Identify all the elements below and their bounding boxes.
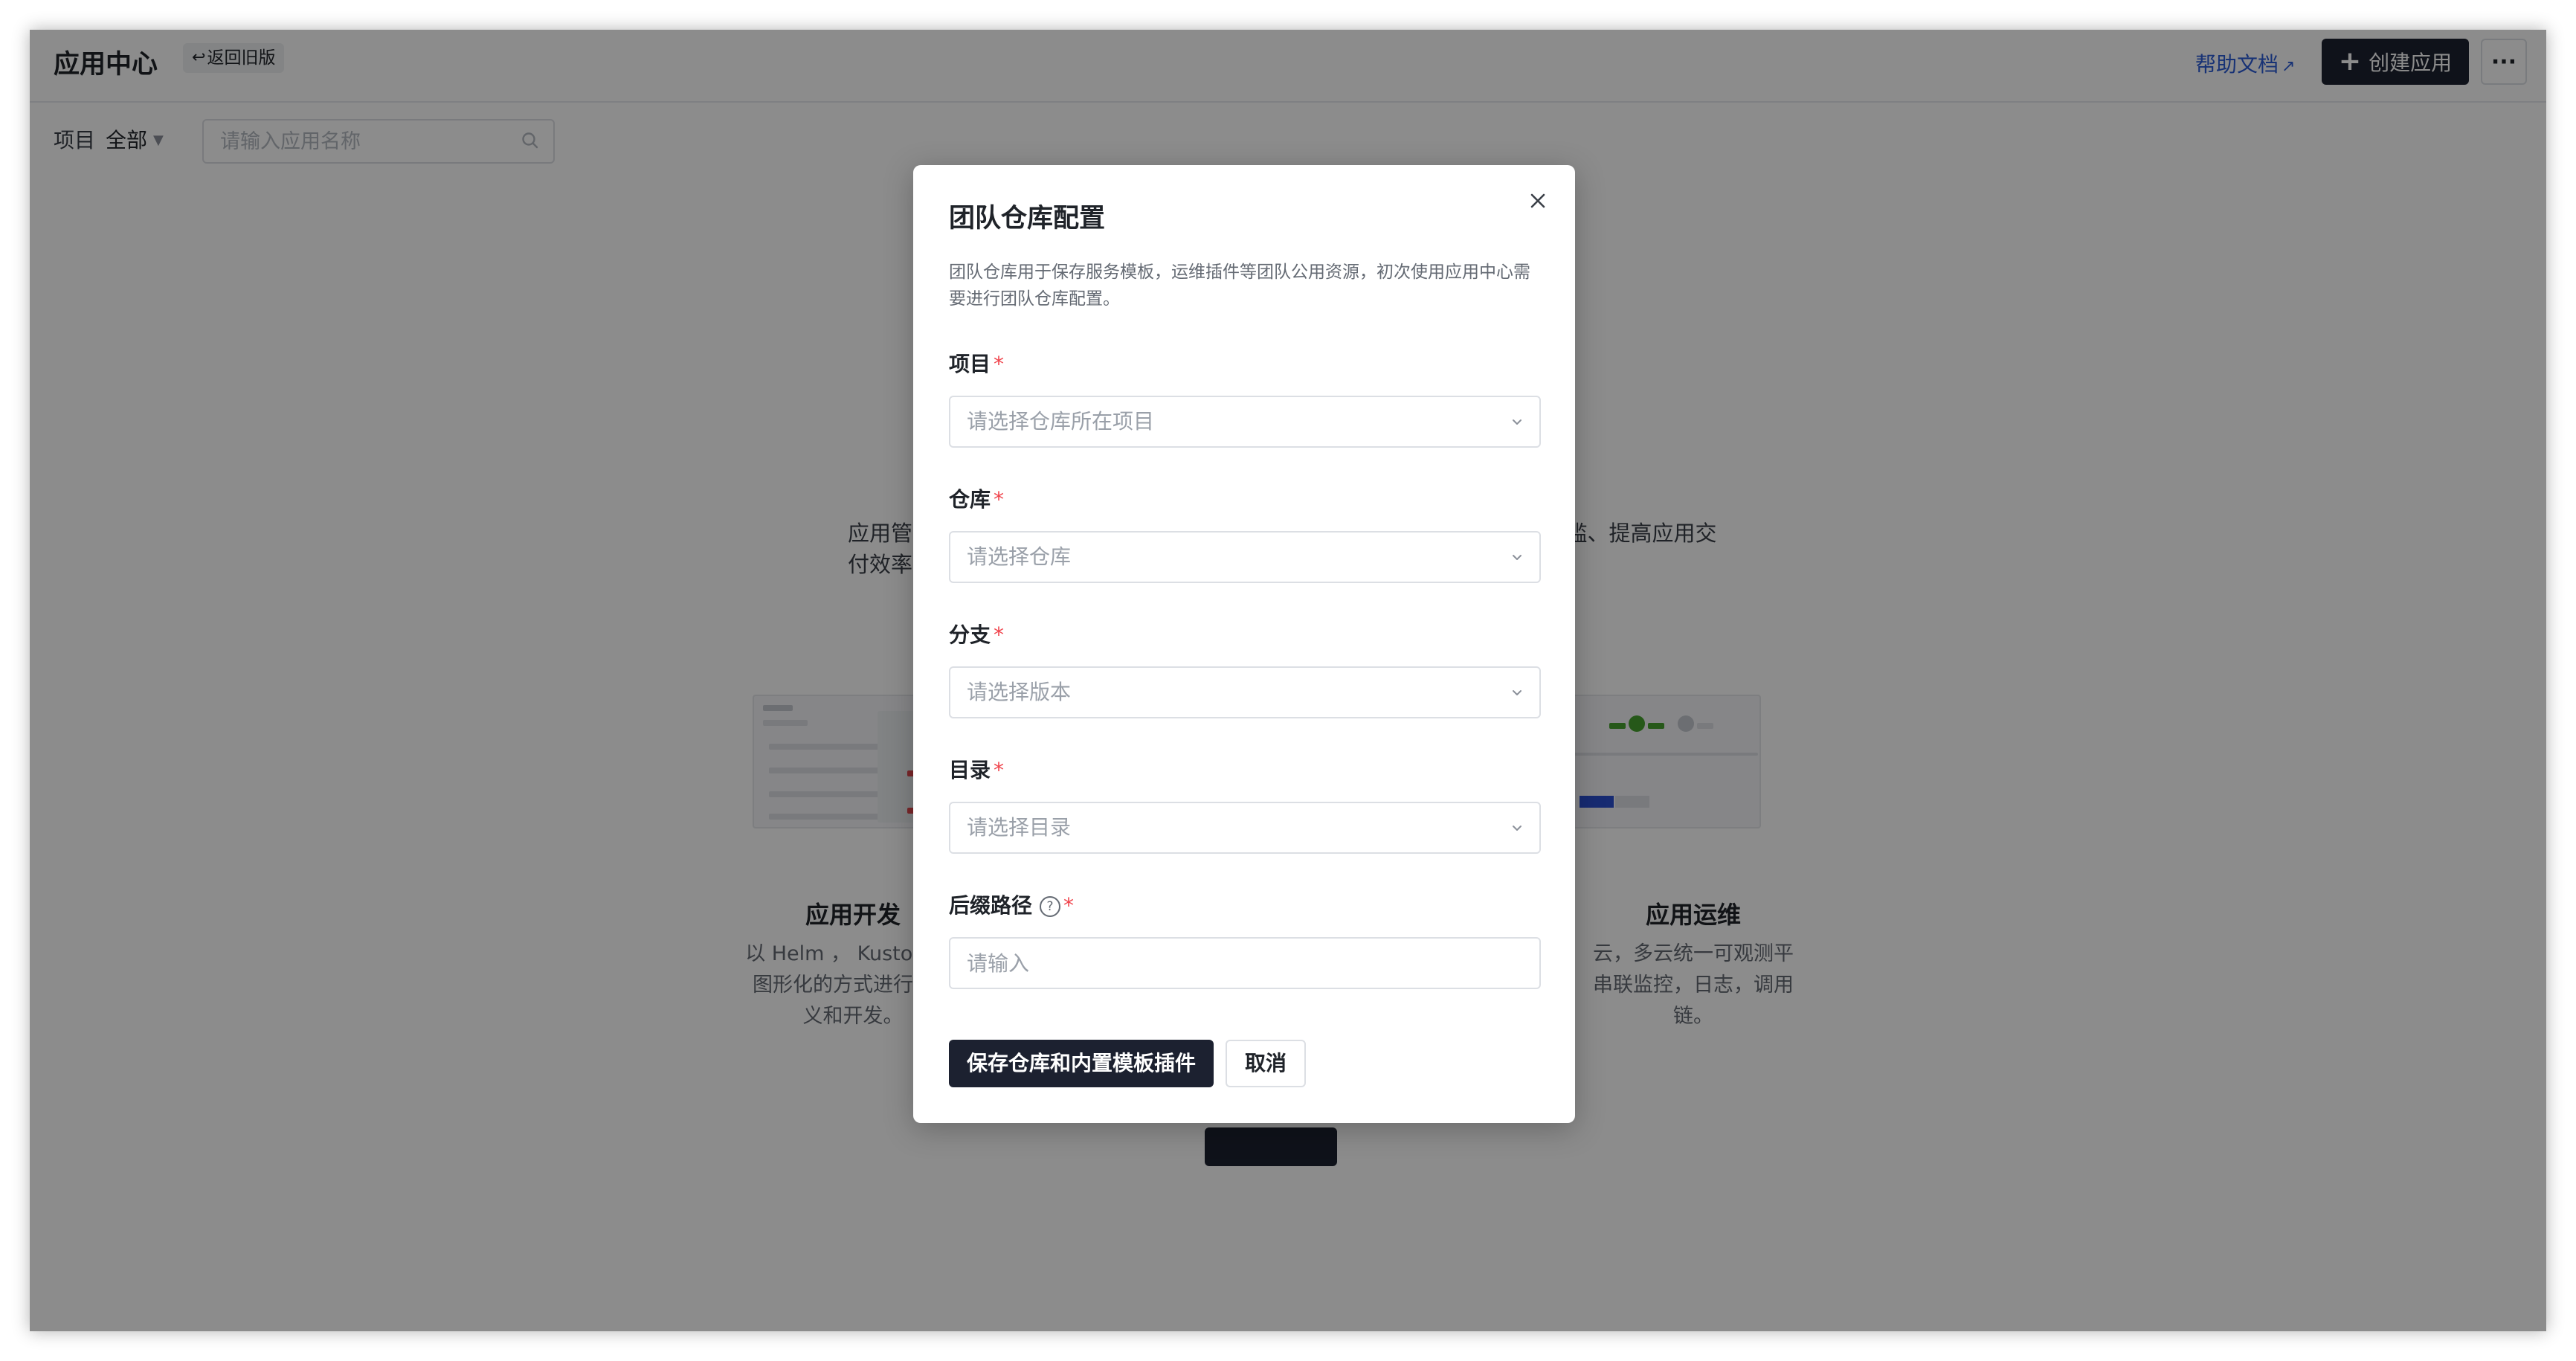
select-placeholder: 请选择仓库所在项目 [967,409,1155,434]
directory-select[interactable]: 请选择目录 [949,802,1541,854]
branch-select[interactable]: 请选择版本 [949,666,1541,718]
chevron-down-icon [1513,419,1522,425]
chevron-down-icon [1513,690,1522,695]
select-placeholder: 请选择目录 [967,815,1072,840]
suffix-path-input[interactable] [949,937,1541,989]
field-label-text: 后缀路径 [949,893,1033,918]
team-repo-config-modal: 团队仓库配置 团队仓库用于保存服务模板，运维插件等团队公用资源，初次使用应用中心… [913,165,1575,1123]
app-window: 应用中心 ↩ 返回旧版 帮助文档↗ + 创建应用 ··· 项目 全部 ▼ 应用管… [30,30,2546,1331]
field-label-text: 分支 [949,622,991,647]
save-repo-and-templates-button[interactable]: 保存仓库和内置模板插件 [949,1040,1214,1087]
field-label-text: 目录 [949,758,991,782]
cancel-button[interactable]: 取消 [1226,1040,1306,1087]
repo-field-label: 仓库 * [949,483,1004,516]
chevron-down-icon [1513,826,1522,831]
required-mark: * [994,352,1005,376]
required-mark: * [1063,893,1075,918]
required-mark: * [994,487,1005,512]
project-field-label: 项目 * [949,348,1004,381]
question-circle-icon[interactable]: ? [1040,896,1061,917]
suffix-path-field-label: 后缀路径? * [949,889,1074,922]
branch-field-label: 分支 * [949,619,1004,651]
required-mark: * [994,758,1005,782]
modal-description: 团队仓库用于保存服务模板，运维插件等团队公用资源，初次使用应用中心需要进行团队仓… [949,263,1530,309]
directory-field-label: 目录 * [949,754,1004,787]
chevron-down-icon [1513,555,1522,560]
field-label-text: 仓库 [949,487,991,512]
select-placeholder: 请选择仓库 [967,544,1072,569]
modal-title: 团队仓库配置 [949,204,1106,234]
field-label-text: 项目 [949,352,991,376]
required-mark: * [994,622,1005,647]
repo-select[interactable]: 请选择仓库 [949,531,1541,583]
close-icon [1530,193,1545,208]
close-button[interactable] [1522,184,1554,217]
select-placeholder: 请选择版本 [967,680,1072,704]
project-select[interactable]: 请选择仓库所在项目 [949,396,1541,448]
